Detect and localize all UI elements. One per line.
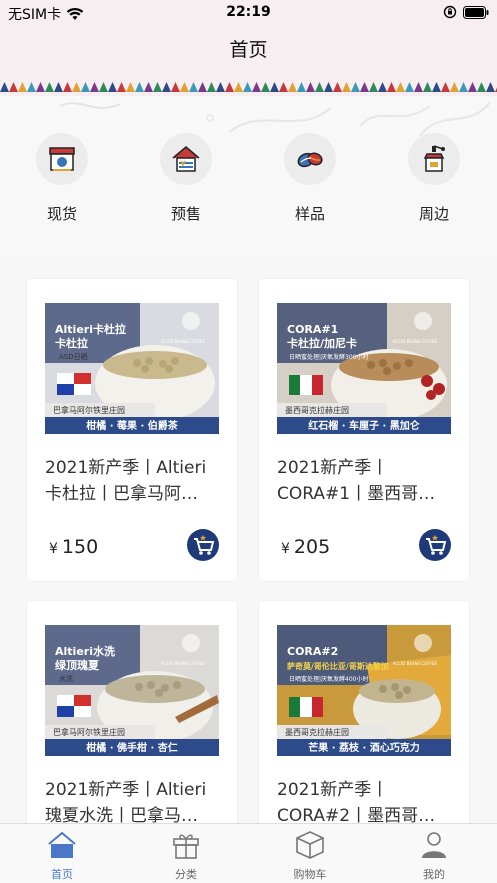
category-label: 周边 [418, 205, 449, 223]
battery-icon [463, 5, 489, 19]
grinder-icon [423, 145, 445, 172]
category-label: 样品 [294, 205, 325, 223]
package-icon [296, 831, 324, 859]
product-name[interactable]: 2021新产季丨Altieri卡杜拉丨巴拿马阿… [45, 455, 223, 507]
coffee-bean-icon [297, 152, 323, 168]
image-notes: 柑橘 · 莓果 · 伯爵茶 [86, 419, 179, 432]
product-card[interactable]: Altieri卡杜拉 卡杜拉 ASD日晒 巴拿马阿尔铁里庄园 柑橘 · 莓果 ·… [27, 279, 237, 581]
status-right [443, 5, 489, 19]
image-origin: 墨西哥克拉赫庄园 [285, 405, 349, 415]
category-merch[interactable]: 周边 [394, 133, 474, 224]
tab-category[interactable]: 分类 [146, 830, 226, 882]
image-origin: 巴拿马阿尔铁里庄园 [53, 727, 125, 737]
tab-profile[interactable]: 我的 [394, 830, 474, 882]
currency-symbol: ¥ [281, 541, 290, 557]
category-row: 现货 预售 样品 周边 [0, 133, 497, 233]
house-icon [172, 146, 200, 172]
product-name[interactable]: 2021新产季丨CORA#1丨墨西哥… [277, 455, 455, 507]
category-sample-icon-wrap [284, 133, 336, 185]
gift-box-icon [173, 834, 199, 859]
tab-label: 购物车 [293, 868, 327, 881]
brand-logo-text: ACCIO BEANS COFFEE [393, 339, 438, 344]
price-value: 150 [61, 536, 99, 558]
category-label: 现货 [46, 205, 77, 223]
tab-label: 分类 [175, 868, 197, 881]
image-tag: 水洗 [59, 674, 73, 683]
image-origin: 巴拿马阿尔铁里庄园 [53, 405, 125, 415]
category-in-stock[interactable]: 现货 [22, 133, 102, 224]
product-price: ¥150 [49, 536, 98, 558]
clock: 22:19 [226, 4, 271, 20]
brand-logo-text: ACCIO BEANS COFFEE [393, 661, 438, 666]
image-title: Altieri卡杜拉 [55, 322, 126, 336]
tab-label: 首页 [51, 868, 73, 881]
tab-home[interactable]: 首页 [22, 830, 102, 882]
product-price: ¥205 [281, 536, 330, 558]
product-image[interactable]: CORA#1 卡杜拉/加尼卡 日晒蜜处理|厌氧发酵300小时 墨西哥克拉赫庄园 … [277, 303, 451, 434]
product-name[interactable]: 2021新产季丨Altieri瑰夏水洗丨巴拿马… [45, 777, 223, 829]
category-in-stock-icon-wrap [36, 133, 88, 185]
status-bar: 无SIM卡 22:19 [0, 0, 497, 26]
category-label: 预售 [170, 205, 201, 223]
image-subtitle: 卡杜拉 [55, 336, 88, 350]
tab-cart[interactable]: 购物车 [270, 830, 350, 882]
user-icon [422, 832, 446, 858]
orientation-lock-icon [443, 5, 457, 19]
price-value: 205 [293, 536, 331, 558]
tab-bar: 首页 分类 购物车 我的 [0, 823, 497, 883]
category-sample[interactable]: 样品 [270, 133, 350, 224]
image-origin: 墨西哥克拉赫庄园 [285, 727, 349, 737]
page-title: 首页 [229, 39, 268, 61]
image-notes: 红石榴 · 车厘子 · 黑加仑 [308, 419, 421, 432]
image-tag: 日晒蜜处理|厌氧发酵300小时 [289, 353, 368, 361]
image-subtitle: 绿顶瑰夏 [55, 658, 100, 672]
product-image[interactable]: CORA#2 萨奇莫/哥伦比亚/哥斯达黎加 日晒蜜处理|厌氧发酵400小时 墨西… [277, 625, 451, 756]
product-image[interactable]: Altieri卡杜拉 卡杜拉 ASD日晒 巴拿马阿尔铁里庄园 柑橘 · 莓果 ·… [45, 303, 219, 434]
image-notes: 柑橘 · 佛手柑 · 杏仁 [86, 741, 178, 754]
image-subtitle: 萨奇莫/哥伦比亚/哥斯达黎加 [287, 661, 389, 671]
product-name[interactable]: 2021新产季丨CORA#2丨墨西哥… [277, 777, 455, 829]
image-title: Altieri水洗 [55, 644, 115, 658]
category-presale[interactable]: 预售 [146, 133, 226, 224]
decorative-pattern-strip [0, 78, 497, 96]
tab-label: 我的 [423, 868, 445, 881]
category-presale-icon-wrap [160, 133, 212, 185]
brand-logo-text: ACCIO BEANS COFFEE [161, 339, 206, 344]
brand-logo-text: ACCIO BEANS COFFEE [161, 661, 206, 666]
add-to-cart-icon[interactable] [419, 529, 451, 561]
product-card[interactable]: CORA#1 卡杜拉/加尼卡 日晒蜜处理|厌氧发酵300小时 墨西哥克拉赫庄园 … [259, 279, 469, 581]
image-tag: ASD日晒 [59, 353, 88, 361]
home-icon [48, 831, 76, 858]
category-merch-icon-wrap [408, 133, 460, 185]
image-notes: 芒果 · 荔枝 · 酒心巧克力 [308, 741, 420, 754]
image-title: CORA#2 [287, 645, 338, 658]
currency-symbol: ¥ [49, 541, 58, 557]
nav-bar: 首页 [0, 26, 497, 78]
image-tag: 日晒蜜处理|厌氧发酵400小时 [289, 675, 368, 683]
image-subtitle: 卡杜拉/加尼卡 [287, 336, 357, 350]
jar-icon [49, 147, 75, 171]
image-title: CORA#1 [287, 323, 338, 336]
product-image[interactable]: Altieri水洗 绿顶瑰夏 水洗 巴拿马阿尔铁里庄园 柑橘 · 佛手柑 · 杏… [45, 625, 219, 756]
add-to-cart-icon[interactable] [187, 529, 219, 561]
